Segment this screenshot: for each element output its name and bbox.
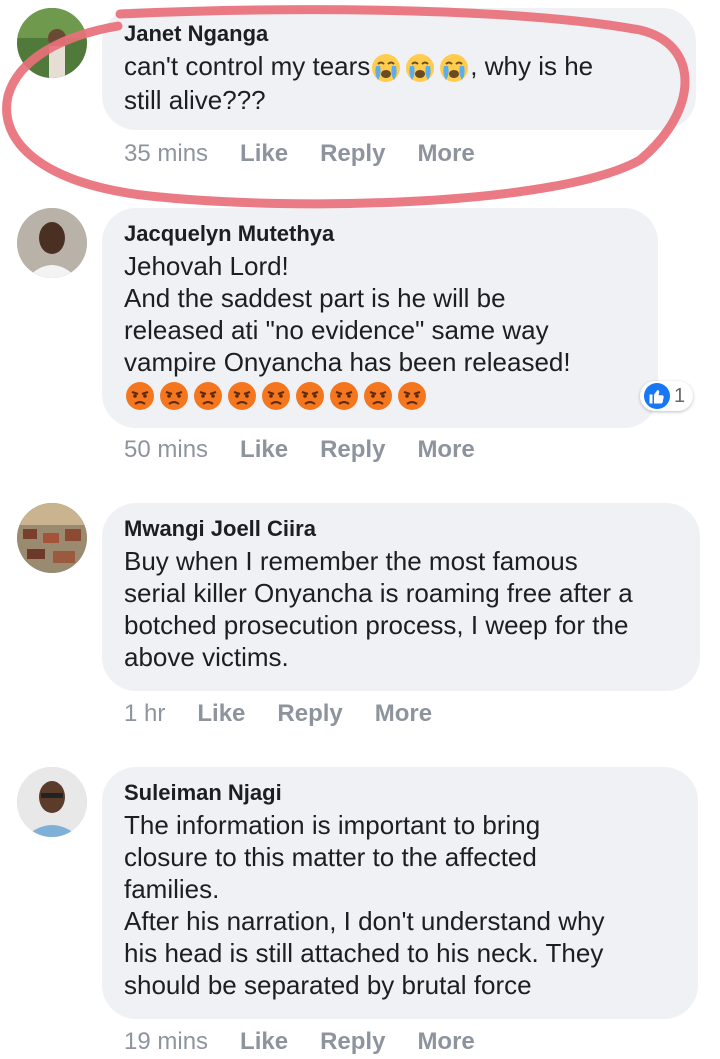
like-button[interactable]: Like	[240, 436, 288, 464]
reply-button[interactable]: Reply	[320, 436, 385, 464]
more-button[interactable]: More	[375, 700, 432, 728]
comment-time[interactable]: 1 hr	[124, 700, 165, 728]
angry-face-icon	[294, 380, 326, 412]
emoji-row	[370, 52, 470, 84]
comment-text: Jehovah Lord! And the saddest part is he…	[124, 251, 571, 377]
comment-time[interactable]: 50 mins	[124, 436, 208, 464]
comment-author[interactable]: Janet Nganga	[124, 20, 674, 48]
angry-face-icon	[362, 380, 394, 412]
comment-bubble: Janet Nganga can't control my tears, why…	[102, 8, 696, 130]
more-button[interactable]: More	[417, 436, 474, 464]
avatar[interactable]	[17, 503, 87, 573]
comment-author[interactable]: Mwangi Joell Ciira	[124, 515, 678, 543]
crying-face-icon	[404, 52, 436, 84]
angry-face-icon	[396, 380, 428, 412]
comment-time[interactable]: 35 mins	[124, 140, 208, 168]
comment-actions: 50 mins Like Reply More	[124, 434, 507, 466]
angry-face-icon	[226, 380, 258, 412]
crying-face-icon	[438, 52, 470, 84]
angry-face-icon	[192, 380, 224, 412]
more-button[interactable]: More	[417, 1028, 474, 1056]
crying-face-icon	[370, 52, 402, 84]
comment-text: can't control my tears, why is he still …	[124, 50, 674, 116]
avatar-photo	[17, 503, 87, 573]
comment-bubble: Suleiman Njagi The information is import…	[102, 767, 698, 1019]
reaction-count: 1	[674, 384, 686, 407]
comment-author[interactable]: Suleiman Njagi	[124, 779, 676, 807]
avatar[interactable]	[17, 767, 87, 837]
comment-author[interactable]: Jacquelyn Mutethya	[124, 220, 636, 248]
reply-button[interactable]: Reply	[277, 700, 342, 728]
comment-text: The information is important to bring cl…	[124, 810, 605, 1000]
comment-text-part: can't control my tears	[124, 51, 371, 81]
angry-face-icon	[260, 380, 292, 412]
like-button[interactable]: Like	[197, 700, 245, 728]
avatar-photo	[17, 8, 87, 78]
angry-face-icon	[328, 380, 360, 412]
comment-actions: 35 mins Like Reply More	[124, 138, 507, 170]
angry-face-icon	[124, 380, 156, 412]
comment-actions: 1 hr Like Reply More	[124, 698, 464, 730]
avatar-photo	[17, 767, 87, 837]
comment-time[interactable]: 19 mins	[124, 1028, 208, 1056]
comment-actions: 19 mins Like Reply More	[124, 1026, 507, 1058]
reply-button[interactable]: Reply	[320, 1028, 385, 1056]
avatar-photo	[17, 208, 87, 278]
reply-button[interactable]: Reply	[320, 140, 385, 168]
emoji-row	[124, 380, 428, 412]
reaction-summary[interactable]: 1	[640, 381, 694, 411]
thumbs-up-icon	[644, 383, 670, 409]
like-button[interactable]: Like	[240, 1028, 288, 1056]
angry-face-icon	[158, 380, 190, 412]
like-button[interactable]: Like	[240, 140, 288, 168]
avatar[interactable]	[17, 208, 87, 278]
comment-bubble: Jacquelyn Mutethya Jehovah Lord! And the…	[102, 208, 658, 428]
more-button[interactable]: More	[417, 140, 474, 168]
comment-text: Buy when I remember the most famous seri…	[124, 546, 633, 672]
comment-bubble: Mwangi Joell Ciira Buy when I remember t…	[102, 503, 700, 691]
avatar[interactable]	[17, 8, 87, 78]
